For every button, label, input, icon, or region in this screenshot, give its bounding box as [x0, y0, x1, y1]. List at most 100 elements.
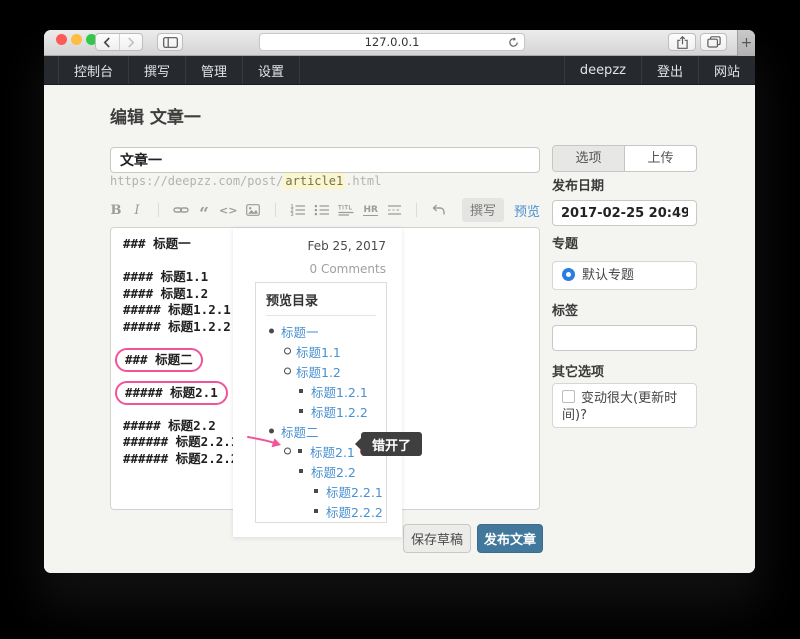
toc-link[interactable]: 标题1.2.2	[311, 402, 368, 421]
save-draft-button[interactable]: 保存草稿	[403, 524, 471, 553]
preview-popup: Feb 25, 2017 0 Comments 预览目录 标题一标题1.1标题1…	[233, 228, 402, 537]
toolbar-italic-icon[interactable]: I	[131, 202, 143, 218]
toc-link[interactable]: 标题1.1	[296, 342, 341, 361]
toc-bullet-square	[297, 401, 311, 421]
toolbar-image-icon[interactable]	[246, 202, 260, 218]
toc-link[interactable]: 标题1.2	[296, 362, 341, 381]
toolbar-heading-icon[interactable]: TITL	[338, 202, 354, 218]
tags-input[interactable]	[552, 325, 697, 351]
toolbar-code-icon[interactable]: <>	[219, 202, 237, 218]
toolbar-unordered-list-icon[interactable]	[314, 202, 329, 218]
chevron-right-icon	[127, 37, 135, 48]
toolbar-bold-icon[interactable]: B	[110, 202, 122, 218]
preview-mode-button[interactable]: 预览	[514, 201, 540, 220]
editor-mode-switch: 撰写 预览	[462, 198, 540, 222]
editor-toolbar: BI “ <> 123 TITL HR 撰写 预览	[110, 199, 540, 221]
checkbox-unchecked-icon[interactable]	[562, 390, 575, 403]
svg-text:TITL: TITL	[338, 206, 353, 212]
toc-title: 预览目录	[266, 283, 376, 316]
toc-link[interactable]: 标题二	[281, 422, 319, 441]
sidebar-tabs: 选项上传	[552, 145, 697, 172]
post-url-suffix: .html	[345, 174, 381, 188]
chevron-left-icon	[103, 37, 111, 48]
toc-link[interactable]: 标题2.1	[310, 442, 355, 461]
share-button[interactable]	[668, 33, 696, 51]
tabs-icon	[707, 36, 721, 48]
forward-button[interactable]	[119, 34, 143, 50]
toolbar-horizontal-rule-icon[interactable]: HR	[363, 202, 377, 218]
toolbar-undo-icon[interactable]	[432, 202, 445, 218]
toc-item: 标题2.2.1	[256, 481, 386, 501]
nav-manage[interactable]: 管理	[185, 56, 242, 84]
toc-item: 标题1.2	[256, 361, 386, 381]
tabs-overview-button[interactable]	[700, 33, 727, 51]
preview-date: Feb 25, 2017	[233, 239, 402, 253]
nav-settings[interactable]: 设置	[242, 56, 299, 84]
toc-bullet-circle	[282, 361, 296, 381]
publish-button[interactable]: 发布文章	[477, 524, 543, 553]
pink-oval-annotation: ### 标题二	[115, 348, 203, 372]
reload-icon[interactable]	[508, 37, 519, 51]
nav-username[interactable]: deepzz	[564, 56, 641, 84]
toc-list: 标题一标题1.1标题1.2标题1.2.1标题1.2.2标题二标题2.1标题2.2…	[256, 316, 386, 521]
toc-item: 标题1.2.2	[256, 401, 386, 421]
new-tab-button[interactable]: +	[737, 30, 755, 56]
toc-item: 标题1.2.1	[256, 381, 386, 401]
toc-link[interactable]: 标题2.2.2	[326, 502, 383, 521]
publish-date-label: 发布日期	[552, 175, 697, 194]
toolbar-quote-icon[interactable]: “	[198, 202, 210, 218]
admin-page: 编辑 文章一 https://deepzz.com/post/article1.…	[44, 85, 755, 573]
toolbar-ordered-list-icon[interactable]: 123	[290, 202, 305, 218]
toc-bullet-square	[312, 481, 326, 501]
topic-option-label: 默认专题	[582, 268, 634, 283]
toc-link[interactable]: 标题2.2	[311, 462, 356, 481]
post-url: https://deepzz.com/post/article1.html	[110, 174, 381, 188]
sidebar-tab-upload[interactable]: 上传	[624, 146, 696, 171]
nav-console[interactable]: 控制台	[58, 56, 128, 84]
pink-oval-annotation: ##### 标题2.1	[115, 381, 228, 405]
toolbar-page-break-icon[interactable]	[387, 202, 402, 218]
browser-window: 127.0.0.1 + 控制台撰写管理设置 deepzz登出网站 编辑 文章一 …	[44, 30, 755, 573]
toolbar-divider	[269, 202, 281, 218]
toc-bullet-circle	[282, 341, 296, 361]
toolbar-icons: BI “ <> 123 TITL HR	[110, 202, 445, 218]
post-title-input[interactable]	[110, 147, 540, 173]
navbar-right-group: deepzz登出网站	[564, 56, 755, 84]
sidebar-toggle-button[interactable]	[157, 33, 183, 51]
radio-selected-icon[interactable]	[562, 268, 575, 281]
annotation-tooltip: 错开了	[361, 432, 422, 456]
major-change-label: 变动很大(更新时间)?	[562, 391, 677, 423]
toc-link[interactable]: 标题1.2.1	[311, 382, 368, 401]
write-mode-button[interactable]: 撰写	[462, 198, 504, 222]
sidebar-tab-options[interactable]: 选项	[553, 146, 624, 171]
annotation-tooltip-text: 错开了	[372, 435, 411, 454]
address-bar[interactable]: 127.0.0.1	[259, 33, 525, 51]
minimize-window-button[interactable]	[71, 34, 82, 45]
toc-bullet-square	[297, 461, 311, 481]
toolbar-link-icon[interactable]	[173, 202, 189, 218]
preview-comments: 0 Comments	[233, 262, 402, 276]
post-url-slug-highlight: article1	[283, 173, 345, 189]
nav-write[interactable]: 撰写	[128, 56, 185, 84]
publish-date-input[interactable]	[552, 200, 697, 226]
back-button[interactable]	[96, 34, 119, 50]
toc-link[interactable]: 标题2.2.1	[326, 482, 383, 501]
toc-item: 标题2.2	[256, 461, 386, 481]
topic-label: 专题	[552, 233, 697, 252]
major-change-option-box[interactable]: 变动很大(更新时间)?	[552, 383, 697, 428]
toc-bullet-square	[296, 441, 310, 461]
share-icon	[677, 36, 688, 49]
nav-site[interactable]: 网站	[698, 56, 755, 84]
toc-link[interactable]: 标题一	[281, 322, 319, 341]
annotation-arrow	[247, 433, 285, 451]
toc-item: 标题2.2.2	[256, 501, 386, 521]
page-title: 编辑 文章一	[110, 103, 201, 128]
toc-box: 预览目录 标题一标题1.1标题1.2标题1.2.1标题1.2.2标题二标题2.1…	[255, 282, 387, 523]
toc-bullet-square	[312, 501, 326, 521]
close-window-button[interactable]	[56, 34, 67, 45]
toc-bullet-square	[297, 381, 311, 401]
topic-option-box[interactable]: 默认专题	[552, 261, 697, 290]
post-url-prefix: https://deepzz.com/post/	[110, 174, 283, 188]
nav-logout[interactable]: 登出	[641, 56, 698, 84]
toc-item: 标题一	[256, 321, 386, 341]
